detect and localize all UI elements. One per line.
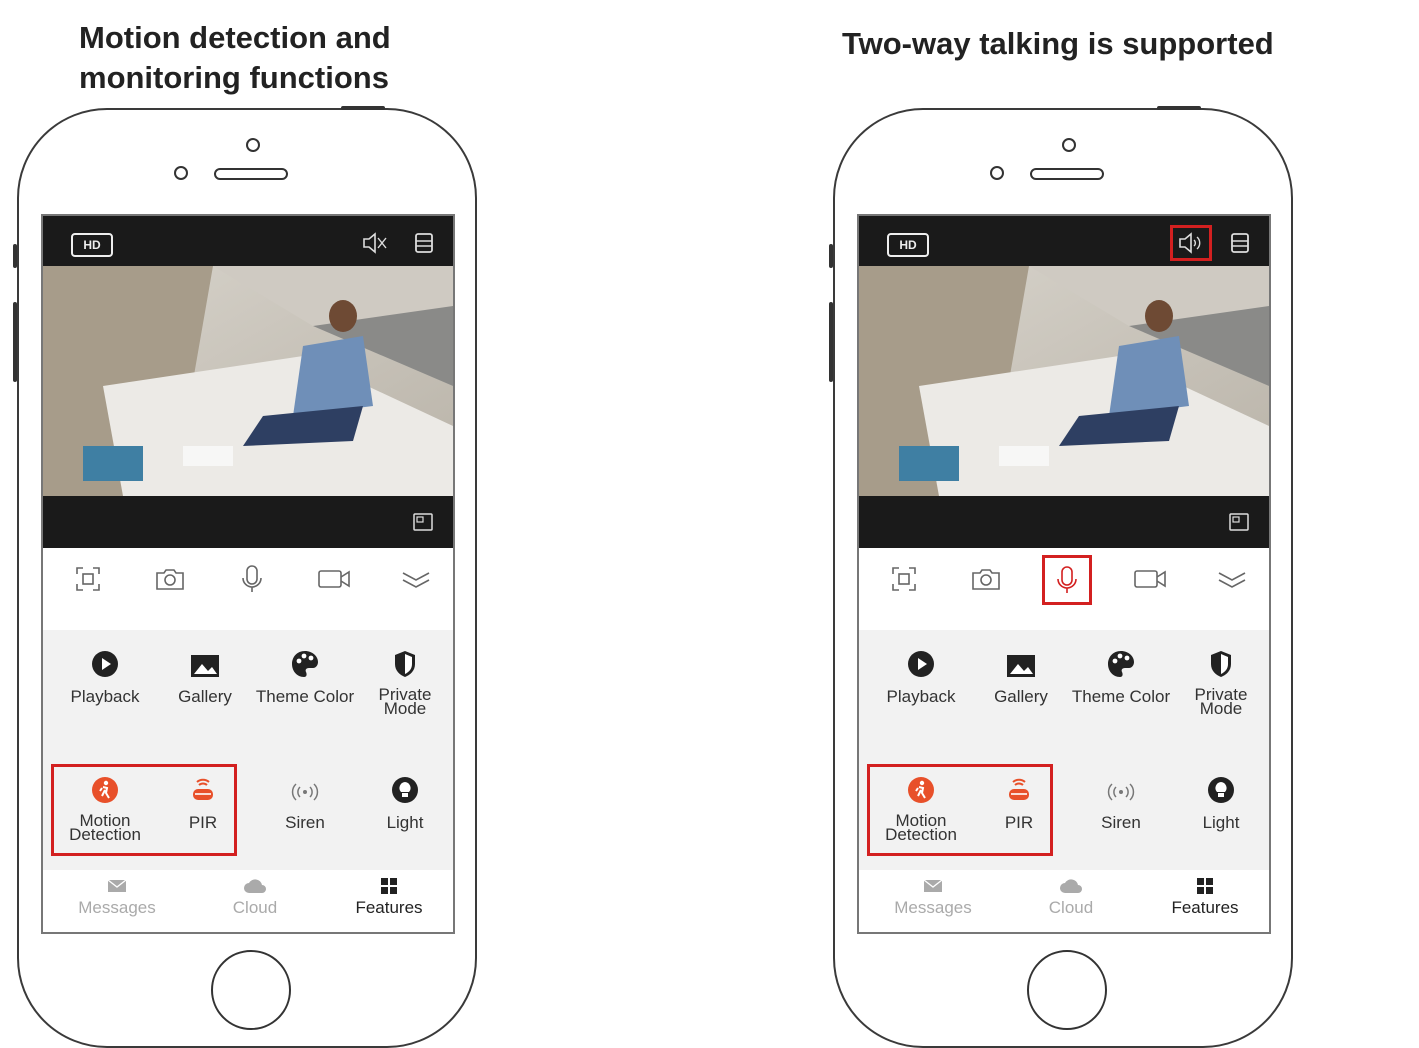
- tab-features[interactable]: Features: [1145, 876, 1265, 918]
- live-video-feed[interactable]: [859, 266, 1269, 496]
- feature-label: Light: [386, 813, 424, 832]
- side-button: [829, 302, 833, 382]
- settings-menu-icon[interactable]: [1225, 228, 1255, 258]
- caption-two-way-talking: Two-way talking is supported: [842, 26, 1274, 61]
- feature-gallery[interactable]: Gallery: [155, 648, 255, 706]
- mail-icon: [873, 876, 993, 896]
- side-button: [829, 244, 833, 268]
- cloud-icon: [195, 876, 315, 896]
- earpiece-speaker: [1030, 168, 1104, 180]
- feature-light[interactable]: Light: [1171, 774, 1269, 832]
- motion-pir-highlight-frame: [51, 764, 237, 856]
- front-camera: [246, 138, 260, 152]
- phone-left: HD Playback Gallery Theme Color Private …: [13, 106, 477, 1048]
- tab-cloud[interactable]: Cloud: [195, 876, 315, 918]
- camera-icon[interactable]: [965, 558, 1007, 600]
- palette-icon: [1071, 648, 1171, 678]
- feature-label: Siren: [1101, 813, 1141, 832]
- phone-right: HD Playback Gallery Theme Color Private …: [829, 106, 1293, 1048]
- app-screen: HD Playback Gallery Theme Color Private …: [41, 214, 455, 934]
- caption-motion-detection: Motion detection and monitoring function…: [79, 20, 391, 95]
- tab-features[interactable]: Features: [329, 876, 449, 918]
- light-icon: [1171, 774, 1269, 804]
- microphone-icon[interactable]: [231, 558, 273, 600]
- feature-label: Gallery: [178, 687, 232, 706]
- hd-toggle[interactable]: HD: [71, 233, 113, 257]
- live-video-feed[interactable]: [43, 266, 453, 496]
- feature-label: Playback: [70, 687, 140, 706]
- tab-label: Features: [1171, 898, 1239, 917]
- feature-label: Theme Color: [1071, 687, 1171, 706]
- camera-icon[interactable]: [149, 558, 191, 600]
- feature-label: Private Mode: [378, 685, 432, 718]
- gallery-icon: [155, 648, 255, 678]
- chevron-down-icon[interactable]: [395, 558, 437, 600]
- proximity-sensor: [174, 166, 188, 180]
- power-button: [1157, 106, 1201, 110]
- feature-gallery[interactable]: Gallery: [971, 648, 1071, 706]
- hd-toggle[interactable]: HD: [887, 233, 929, 257]
- play-icon: [55, 648, 155, 678]
- palette-icon: [255, 648, 355, 678]
- feature-label: Playback: [886, 687, 956, 706]
- play-icon: [871, 648, 971, 678]
- light-icon: [355, 774, 453, 804]
- home-button[interactable]: [211, 950, 291, 1030]
- tab-label: Messages: [894, 898, 972, 917]
- siren-icon: [255, 774, 355, 804]
- feature-label: Siren: [285, 813, 325, 832]
- home-button[interactable]: [1027, 950, 1107, 1030]
- feature-playback[interactable]: Playback: [55, 648, 155, 706]
- settings-menu-icon[interactable]: [409, 228, 439, 258]
- tab-cloud[interactable]: Cloud: [1011, 876, 1131, 918]
- feature-siren[interactable]: Siren: [1071, 774, 1171, 832]
- feature-theme-color[interactable]: Theme Color: [1071, 648, 1171, 708]
- feature-private-mode[interactable]: Private Mode: [1171, 648, 1269, 718]
- feature-private-mode[interactable]: Private Mode: [355, 648, 453, 718]
- tab-label: Features: [355, 898, 423, 917]
- microphone-icon[interactable]: [1042, 555, 1092, 605]
- earpiece-speaker: [214, 168, 288, 180]
- chevron-down-icon[interactable]: [1211, 558, 1253, 600]
- screenshot-icon[interactable]: [883, 558, 925, 600]
- video-record-icon[interactable]: [313, 558, 355, 600]
- feature-playback[interactable]: Playback: [871, 648, 971, 706]
- mail-icon: [57, 876, 177, 896]
- cloud-icon: [1011, 876, 1131, 896]
- feature-label: Light: [1202, 813, 1240, 832]
- feature-label: Private Mode: [1194, 685, 1248, 718]
- feature-label: Gallery: [994, 687, 1048, 706]
- side-button: [13, 302, 17, 382]
- video-control-bar: [43, 496, 453, 548]
- features-icon: [329, 876, 449, 896]
- tab-label: Cloud: [1048, 898, 1094, 917]
- screenshot-icon[interactable]: [67, 558, 109, 600]
- tab-label: Cloud: [232, 898, 278, 917]
- feature-light[interactable]: Light: [355, 774, 453, 832]
- shield-icon: [1171, 648, 1269, 678]
- tab-messages[interactable]: Messages: [873, 876, 993, 918]
- video-control-bar: [859, 496, 1269, 548]
- proximity-sensor: [990, 166, 1004, 180]
- feature-label: Theme Color: [255, 687, 355, 706]
- speaker-mute-icon[interactable]: [357, 228, 393, 258]
- front-camera: [1062, 138, 1076, 152]
- tab-label: Messages: [78, 898, 156, 917]
- side-button: [13, 244, 17, 268]
- power-button: [341, 106, 385, 110]
- video-record-icon[interactable]: [1129, 558, 1171, 600]
- tab-messages[interactable]: Messages: [57, 876, 177, 918]
- gallery-icon: [971, 648, 1071, 678]
- app-screen: HD Playback Gallery Theme Color Private …: [857, 214, 1271, 934]
- feature-siren[interactable]: Siren: [255, 774, 355, 832]
- siren-icon: [1071, 774, 1171, 804]
- fullscreen-icon[interactable]: [1225, 508, 1253, 536]
- speaker-on-icon[interactable]: [1170, 225, 1212, 261]
- shield-icon: [355, 648, 453, 678]
- features-icon: [1145, 876, 1265, 896]
- feature-theme-color[interactable]: Theme Color: [255, 648, 355, 708]
- motion-pir-highlight-frame: [867, 764, 1053, 856]
- fullscreen-icon[interactable]: [409, 508, 437, 536]
